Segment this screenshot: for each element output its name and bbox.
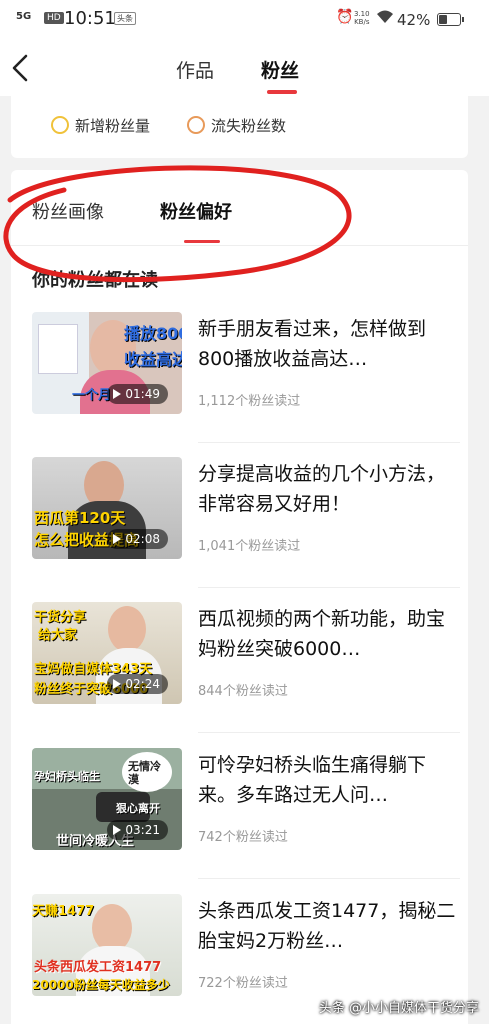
active-subtab-indicator — [184, 240, 220, 243]
legend-lost-fans-label: 流失粉丝数 — [211, 116, 287, 135]
net-speed-unit: KB/s — [354, 18, 370, 26]
thumb-caption: 头条西瓜发工资1477 — [34, 960, 162, 975]
article-read-count: 1,041个粉丝读过 — [198, 539, 301, 554]
thumb-caption: 孕妇桥头临生 — [34, 770, 100, 783]
thumb-caption: 西瓜第120天 — [34, 509, 126, 527]
video-duration: 02:24 — [107, 674, 168, 694]
thumb-caption: 干货分享 — [34, 610, 87, 625]
video-thumbnail[interactable]: 西瓜第120天 怎么把收益提高 02:08 — [32, 457, 182, 559]
battery-fill — [439, 15, 447, 24]
thumb-caption: 一个月 — [72, 388, 112, 403]
status-bar: 5G HD 10:51 头条 ⏰ 3.10 KB/s 42% — [0, 0, 489, 40]
active-tab-indicator — [267, 90, 297, 94]
video-duration: 02:08 — [107, 529, 168, 549]
fans-analysis-card: 粉丝画像 粉丝偏好 你的粉丝都在读 播放800 收益高达9 一个月 01:49 … — [11, 170, 468, 1024]
article-item[interactable]: 西瓜第120天 怎么把收益提高 02:08 分享提高收益的几个小方法，非常容易又… — [32, 457, 460, 588]
article-read-count: 844个粉丝读过 — [198, 684, 288, 699]
legend-lost-fans[interactable]: 流失粉丝数 — [187, 114, 286, 136]
section-title: 你的粉丝都在读 — [32, 270, 158, 291]
thumb-caption: 收益高达9 — [124, 350, 182, 369]
legend-new-fans[interactable]: 新增粉丝量 — [51, 114, 150, 136]
article-read-count: 722个粉丝读过 — [198, 976, 288, 991]
thumb-caption: 给大家 — [38, 628, 78, 643]
article-item[interactable]: 孕妇桥头临生 无情冷漠 狠心离开 世间冷暖人生 03:21 可怜孕妇桥头临生痛得… — [32, 748, 460, 879]
article-read-count: 1,112个粉丝读过 — [198, 394, 301, 409]
video-thumbnail[interactable]: 孕妇桥头临生 无情冷漠 狠心离开 世间冷暖人生 03:21 — [32, 748, 182, 850]
hd-indicator: HD — [44, 12, 64, 24]
thumb-caption: 天赚1477 — [32, 904, 95, 919]
divider — [198, 732, 460, 733]
battery-icon — [437, 13, 464, 26]
alarm-icon: ⏰ — [336, 9, 354, 25]
subtab-fans-portrait[interactable]: 粉丝画像 — [32, 198, 104, 224]
status-time: 10:51 — [64, 8, 116, 29]
fans-trend-legend: 新增粉丝量 流失粉丝数 — [11, 96, 468, 158]
net-speed-value: 3.10 — [354, 10, 370, 18]
thumb-caption: 无情冷漠 — [128, 760, 161, 786]
video-duration: 03:21 — [107, 820, 168, 840]
video-duration-label: 03:21 — [125, 823, 160, 837]
watermark: 头条 @小小自媒体干货分享 — [318, 1001, 479, 1016]
article-title[interactable]: 西瓜视频的两个新功能，助宝妈粉丝突破6000… — [198, 604, 460, 664]
thumb-caption: 20000粉丝每天收益多少 — [32, 978, 170, 992]
video-thumbnail[interactable]: 播放800 收益高达9 一个月 01:49 — [32, 312, 182, 414]
divider — [198, 442, 460, 443]
legend-new-fans-label: 新增粉丝量 — [75, 116, 151, 135]
back-button[interactable] — [6, 50, 38, 86]
article-item[interactable]: 播放800 收益高达9 一个月 01:49 新手朋友看过来，怎样做到800播放收… — [32, 312, 460, 443]
article-title[interactable]: 可怜孕妇桥头临生痛得躺下来。多车路过无人问… — [198, 750, 460, 810]
play-icon — [113, 679, 122, 689]
top-nav: 作品 粉丝 — [0, 40, 489, 96]
video-duration-label: 01:49 — [125, 387, 160, 401]
play-icon — [113, 389, 122, 399]
article-title[interactable]: 分享提高收益的几个小方法，非常容易又好用！ — [198, 459, 460, 519]
divider — [198, 878, 460, 879]
video-thumbnail[interactable]: 干货分享 给大家 宝妈做自媒体343天 粉丝终于突破6000 02:24 — [32, 602, 182, 704]
article-read-count: 742个粉丝读过 — [198, 830, 288, 845]
play-icon — [113, 534, 122, 544]
video-duration: 01:49 — [107, 384, 168, 404]
video-duration-label: 02:24 — [125, 677, 160, 691]
battery-percent: 42% — [397, 11, 431, 29]
article-item[interactable]: 天赚1477 头条西瓜发工资1477 20000粉丝每天收益多少 头条西瓜发工资… — [32, 894, 458, 1014]
divider — [11, 245, 468, 246]
subtab-fans-preference[interactable]: 粉丝偏好 — [160, 198, 232, 224]
thumb-caption: 播放800 — [124, 324, 182, 343]
app-notification-badge: 头条 — [114, 12, 136, 25]
tab-works[interactable]: 作品 — [176, 56, 214, 83]
divider — [198, 587, 460, 588]
play-icon — [113, 825, 122, 835]
tab-fans[interactable]: 粉丝 — [261, 56, 299, 83]
chevron-left-icon — [12, 54, 28, 82]
thumb-caption: 狠心离开 — [116, 802, 160, 815]
video-duration-label: 02:08 — [125, 532, 160, 546]
article-item[interactable]: 干货分享 给大家 宝妈做自媒体343天 粉丝终于突破6000 02:24 西瓜视… — [32, 602, 460, 733]
video-thumbnail[interactable]: 天赚1477 头条西瓜发工资1477 20000粉丝每天收益多少 — [32, 894, 182, 996]
article-title[interactable]: 新手朋友看过来，怎样做到800播放收益高达… — [198, 314, 460, 374]
legend-circle-icon — [51, 116, 69, 134]
wifi-icon — [376, 9, 394, 29]
net-speed: 3.10 KB/s — [354, 10, 370, 26]
signal-indicator: 5G — [16, 11, 32, 22]
article-title[interactable]: 头条西瓜发工资1477，揭秘二胎宝妈2万粉丝… — [198, 896, 460, 956]
legend-circle-icon — [187, 116, 205, 134]
